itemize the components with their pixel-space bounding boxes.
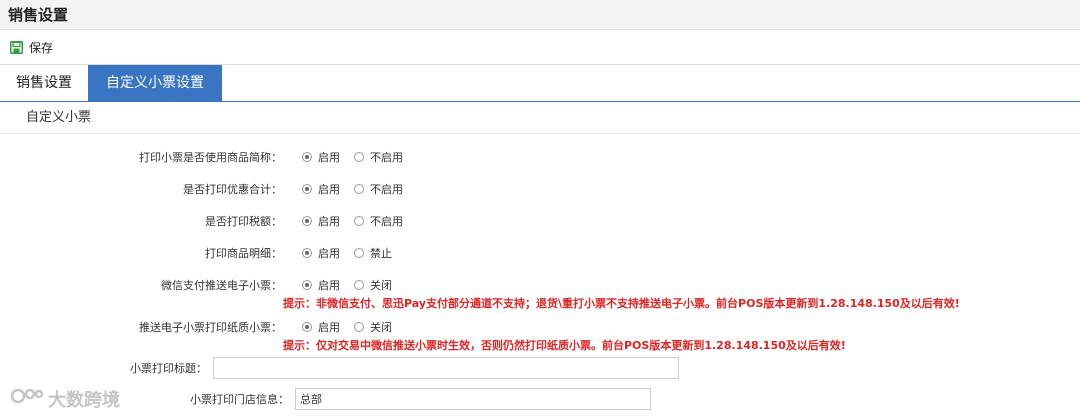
radio-group: 启用 禁止 — [302, 245, 406, 261]
setting-label: 是否打印税额： — [205, 215, 282, 228]
setting-label: 推送电子小票打印纸质小票： — [139, 321, 282, 334]
page-title: 销售设置 — [8, 6, 69, 24]
radio-label: 启用 — [318, 279, 340, 292]
watermark-logo-icon — [10, 384, 44, 413]
radio-dot-selected — [302, 322, 312, 332]
radio-enable[interactable]: 启用 — [302, 319, 340, 335]
setting-row-print-discount-total: 是否打印优惠合计： 启用 不启用 — [0, 179, 1080, 199]
radio-dot — [354, 184, 364, 194]
receipt-title-row: 小票打印标题： — [0, 357, 1080, 379]
tab-sales-settings[interactable]: 销售设置 — [0, 65, 88, 101]
store-info-input[interactable] — [295, 388, 651, 410]
radio-label: 禁止 — [370, 247, 392, 260]
radio-label: 启用 — [318, 321, 340, 334]
radio-label: 不启用 — [370, 183, 403, 196]
radio-dot — [354, 152, 364, 162]
radio-close[interactable]: 关闭 — [354, 319, 392, 335]
page-header: 销售设置 — [0, 0, 1080, 30]
radio-enable[interactable]: 启用 — [302, 277, 340, 293]
radio-disable[interactable]: 不启用 — [354, 181, 403, 197]
tip-paper-receipt: 提示：仅对交易中微信推送小票时生效，否则仍然打印纸质小票。前台POS版本更新到1… — [283, 339, 846, 352]
setting-row-print-paper-receipt: 推送电子小票打印纸质小票： 启用 关闭 — [0, 317, 1080, 337]
tab-custom-receipt-settings[interactable]: 自定义小票设置 — [88, 65, 222, 101]
radio-group: 启用 不启用 — [302, 149, 417, 165]
radio-enable[interactable]: 启用 — [302, 181, 340, 197]
radio-dot-selected — [302, 152, 312, 162]
store-info-row: 小票打印门店信息： — [0, 388, 1080, 410]
setting-label: 微信支付推送电子小票： — [161, 279, 282, 292]
setting-row-print-tax: 是否打印税额： 启用 不启用 — [0, 211, 1080, 231]
radio-dot — [354, 280, 364, 290]
save-label: 保存 — [29, 40, 54, 55]
radio-dot — [354, 322, 364, 332]
radio-dot — [354, 216, 364, 226]
setting-row-print-item-details: 打印商品明细： 启用 禁止 — [0, 243, 1080, 263]
radio-group: 启用 关闭 — [302, 277, 406, 293]
radio-label: 启用 — [318, 247, 340, 260]
tip-wechat-e-receipt: 提示：非微信支付、思迅Pay支付部分通道不支持；退货\重打小票不支持推送电子小票… — [283, 297, 960, 310]
tab-bar: 销售设置 自定义小票设置 — [0, 65, 1080, 102]
watermark-text: 大数跨境 — [48, 389, 120, 411]
radio-group: 启用 关闭 — [302, 319, 406, 335]
radio-dot — [354, 248, 364, 258]
radio-label: 不启用 — [370, 151, 403, 164]
watermark: 大数跨境 — [10, 384, 120, 413]
setting-label: 是否打印优惠合计： — [183, 183, 282, 196]
receipt-title-label: 小票打印标题： — [130, 362, 207, 375]
radio-label: 不启用 — [370, 215, 403, 228]
radio-label: 关闭 — [370, 279, 392, 292]
save-icon — [10, 40, 23, 54]
radio-dot-selected — [302, 216, 312, 226]
receipt-title-input[interactable] — [213, 357, 679, 379]
radio-label: 启用 — [318, 183, 340, 196]
save-button[interactable]: 保存 — [10, 39, 53, 56]
toolbar: 保存 — [0, 30, 1080, 65]
radio-enable[interactable]: 启用 — [302, 149, 340, 165]
radio-label: 关闭 — [370, 321, 392, 334]
radio-label: 启用 — [318, 151, 340, 164]
radio-enable[interactable]: 启用 — [302, 245, 340, 261]
setting-label: 打印小票是否使用商品简称： — [139, 151, 282, 164]
setting-row-wechat-e-receipt: 微信支付推送电子小票： 启用 关闭 — [0, 275, 1080, 295]
radio-dot-selected — [302, 280, 312, 290]
radio-dot-selected — [302, 184, 312, 194]
radio-label: 启用 — [318, 215, 340, 228]
setting-label: 打印商品明细： — [205, 247, 282, 260]
section-title: 自定义小票 — [0, 102, 1080, 134]
setting-row-use-short-name: 打印小票是否使用商品简称： 启用 不启用 — [0, 147, 1080, 167]
radio-group: 启用 不启用 — [302, 181, 417, 197]
radio-enable[interactable]: 启用 — [302, 213, 340, 229]
radio-dot-selected — [302, 248, 312, 258]
radio-close[interactable]: 关闭 — [354, 277, 392, 293]
radio-group: 启用 不启用 — [302, 213, 417, 229]
radio-disable[interactable]: 不启用 — [354, 149, 403, 165]
radio-disable[interactable]: 禁止 — [354, 245, 392, 261]
radio-disable[interactable]: 不启用 — [354, 213, 403, 229]
